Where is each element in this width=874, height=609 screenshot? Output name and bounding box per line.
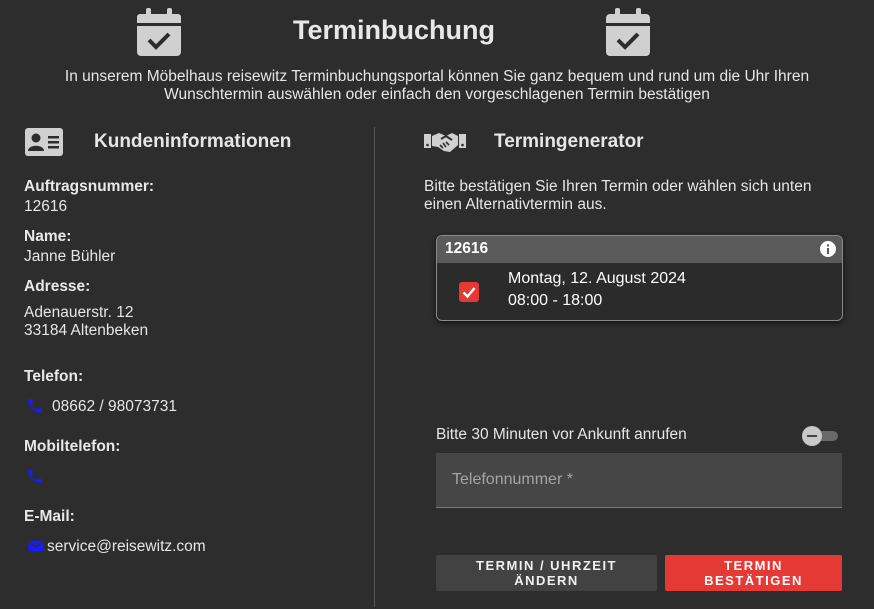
mail-icon[interactable] bbox=[27, 537, 45, 555]
mobile-label: Mobiltelefon: bbox=[24, 438, 121, 455]
name-label: Name: bbox=[24, 228, 72, 245]
address-line1: Adenauerstr. 12 bbox=[24, 304, 134, 321]
confirm-appointment-button[interactable]: TERMIN BESTÄTIGEN bbox=[665, 555, 842, 591]
phone-label: Telefon: bbox=[24, 368, 84, 385]
address-line2: 33184 Altenbeken bbox=[24, 322, 149, 339]
appointment-checkbox[interactable] bbox=[459, 282, 479, 302]
appointment-card[interactable]: 12616 Montag, 12. August 2024 08:00 - 18… bbox=[436, 235, 843, 321]
change-appointment-button[interactable]: TERMIN / UHRZEIT ÄNDERN bbox=[436, 555, 657, 591]
phone-number-input[interactable] bbox=[436, 453, 842, 508]
page-title: Terminbuchung bbox=[293, 15, 495, 45]
phone-value[interactable]: 08662 / 98073731 bbox=[52, 398, 177, 416]
name-value: Janne Bühler bbox=[24, 248, 116, 265]
phone-icon[interactable] bbox=[26, 397, 44, 415]
info-icon[interactable] bbox=[820, 241, 836, 257]
address-label: Adresse: bbox=[24, 278, 91, 295]
appointment-id: 12616 bbox=[445, 240, 489, 257]
appointment-date: Montag, 12. August 2024 bbox=[508, 270, 686, 287]
order-value: 12616 bbox=[24, 198, 68, 215]
email-label: E-Mail: bbox=[24, 508, 75, 525]
calendar-check-icon bbox=[606, 8, 650, 56]
id-card-icon bbox=[25, 128, 63, 156]
email-value[interactable]: service@reisewitz.com bbox=[47, 538, 206, 556]
intro-text: In unserem Möbelhaus reisewitz Terminbuc… bbox=[64, 68, 810, 103]
generator-intro: Bitte bestätigen Sie Ihren Termin oder w… bbox=[424, 178, 812, 213]
appointment-card-header: 12616 bbox=[437, 236, 842, 263]
call-ahead-label: Bitte 30 Minuten vor Ankunft anrufen bbox=[436, 426, 687, 443]
appointment-time: 08:00 - 18:00 bbox=[508, 292, 603, 309]
customer-section-title: Kundeninformationen bbox=[94, 131, 292, 152]
mobile-phone-icon[interactable] bbox=[26, 467, 44, 485]
call-ahead-toggle[interactable] bbox=[802, 426, 838, 446]
order-label: Auftragsnummer: bbox=[24, 178, 155, 195]
column-divider bbox=[374, 127, 375, 607]
handshake-icon bbox=[424, 130, 466, 154]
generator-section-title: Termingenerator bbox=[494, 131, 644, 152]
